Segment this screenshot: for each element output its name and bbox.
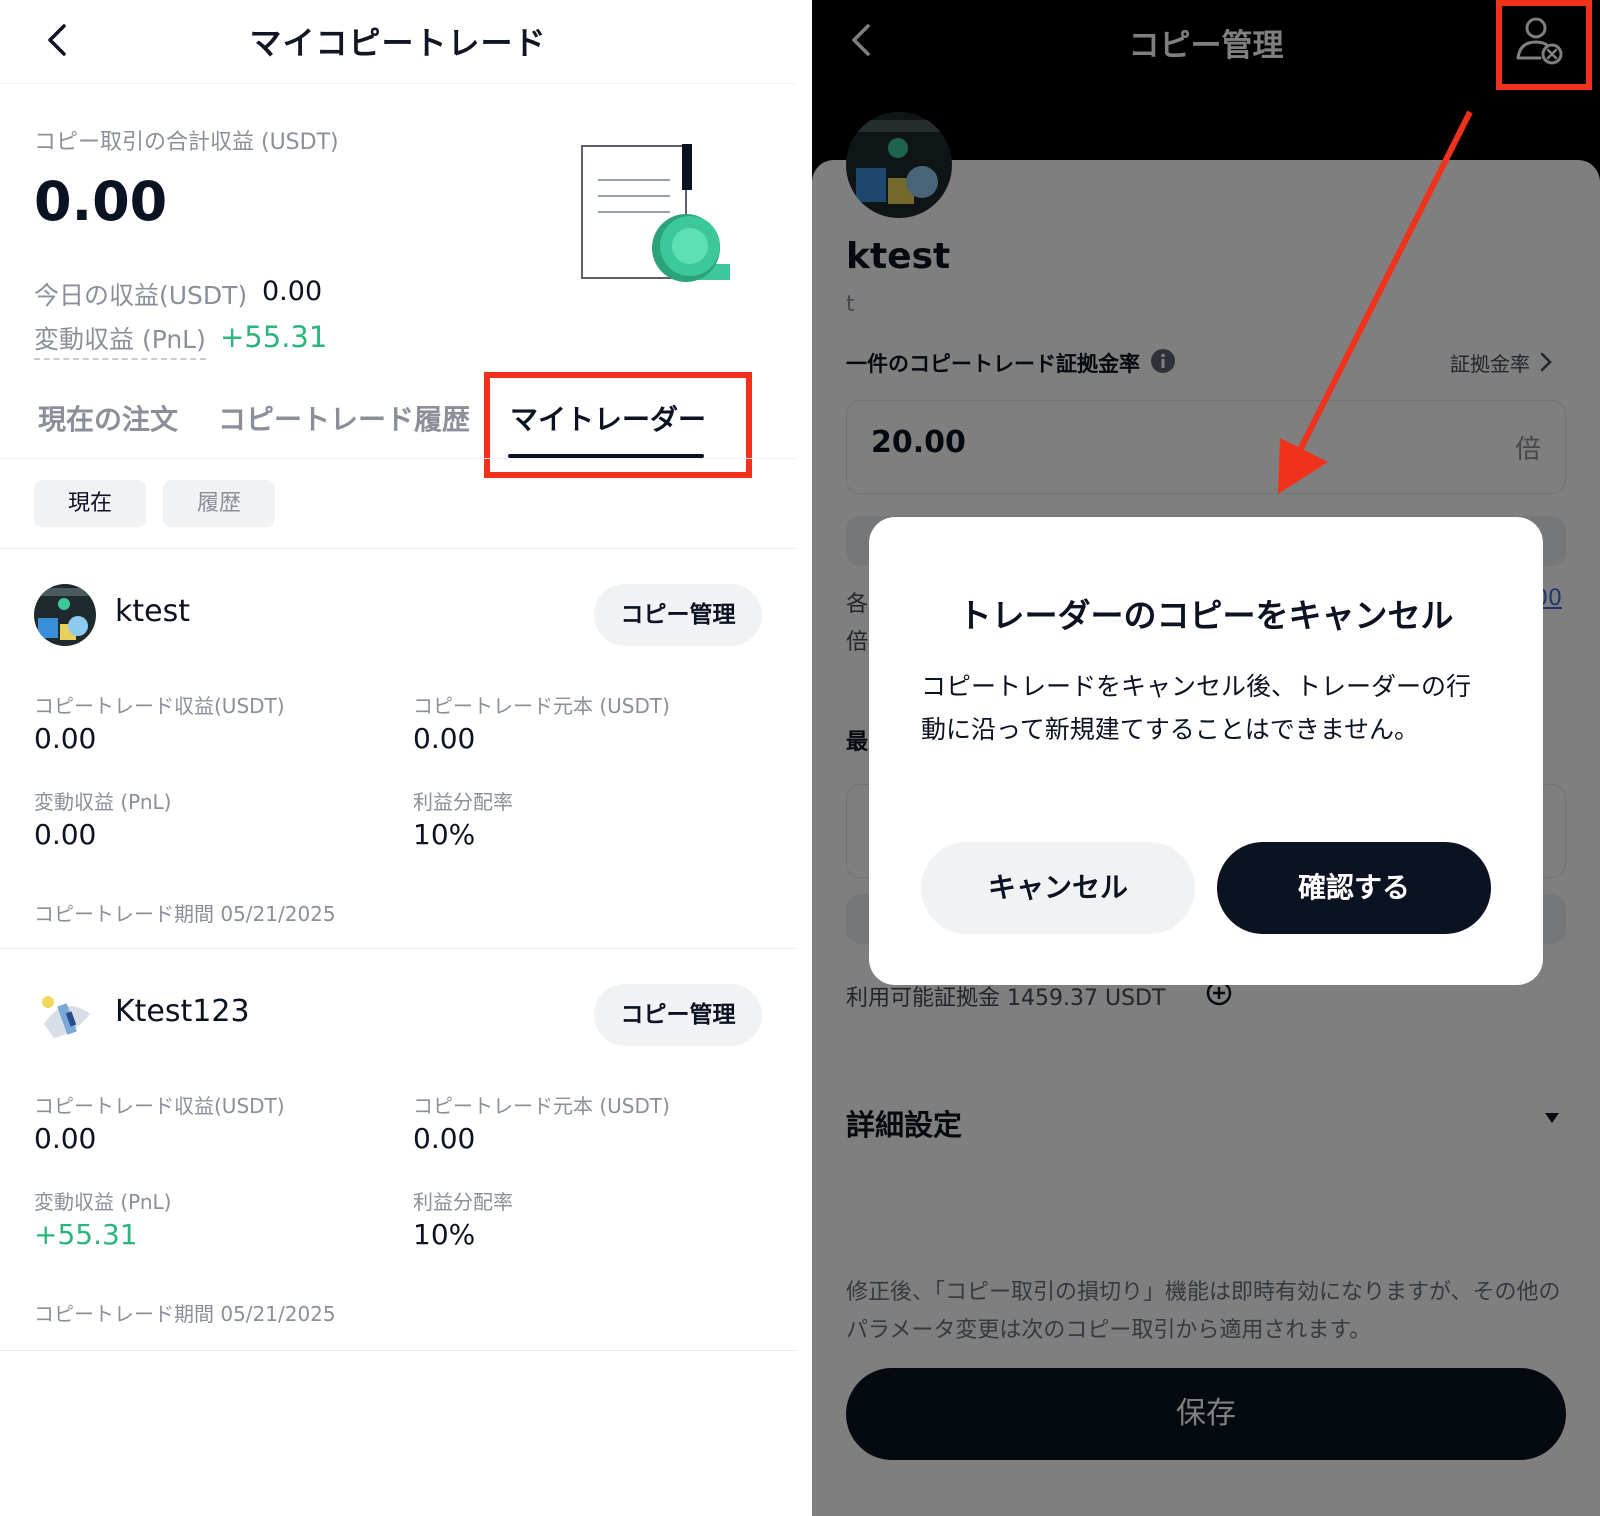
tab-current-orders[interactable]: 現在の注文 [38,398,178,438]
profit-share-label: 利益分配率 [413,1190,513,1214]
copy-manage-button[interactable]: コピー管理 [594,584,762,646]
pnl-value: +55.31 [220,320,328,354]
copy-period: コピートレード期間 05/21/2025 [34,1302,336,1326]
copy-management-screen: コピー管理 ktest t 一件のコピートレード証拠金率 証拠金率 20.00 … [812,0,1600,1516]
trader-avatar [34,584,96,646]
pnl-label[interactable]: 変動収益 (PnL) [34,320,206,360]
my-copy-trade-screen: マイコピートレード コピー取引の合計収益 (USDT) 0.00 今日の収益(U… [0,0,796,1516]
icon-highlight-box [1496,0,1592,90]
profit-share-value: 10% [413,818,476,851]
copy-profit-label: コピートレード収益(USDT) [34,1094,285,1118]
trader-name: ktest [115,594,190,629]
trader-card: ktest コピー管理 コピートレード収益(USDT) 0.00 コピートレード… [0,548,796,938]
total-earnings-value: 0.00 [34,170,168,233]
dialog-title: トレーダーのコピーをキャンセル [958,596,1454,635]
today-earnings-label: 今日の収益(USDT) [34,281,248,310]
copy-profit-value: 0.00 [34,1122,97,1155]
today-earnings-value: 0.00 [262,276,323,307]
tab-divider [0,458,796,459]
cancel-copy-dialog: トレーダーのコピーをキャンセル コピートレードをキャンセル後、トレーダーの行動に… [869,517,1543,985]
page-title: マイコピートレード [249,24,547,62]
confirm-button[interactable]: 確認する [1217,842,1491,934]
pnl-value: 0.00 [34,818,97,851]
copy-profit-label: コピートレード収益(USDT) [34,694,285,718]
profit-share-label: 利益分配率 [413,790,513,814]
divider [0,1350,796,1351]
copy-profit-value: 0.00 [34,722,97,755]
tab-highlight-box [484,372,752,478]
pnl-label: 変動収益 (PnL) [34,1190,172,1214]
header-bar: マイコピートレード [0,0,796,84]
pnl-label: 変動収益 (PnL) [34,790,172,814]
copy-manage-button[interactable]: コピー管理 [594,984,762,1046]
pnl-value: +55.31 [34,1218,138,1251]
copy-period: コピートレード期間 05/21/2025 [34,902,336,926]
copy-principal-label: コピートレード元本 (USDT) [413,694,670,718]
tab-copy-history[interactable]: コピートレード履歴 [218,398,470,438]
copy-principal-value: 0.00 [413,1122,476,1155]
document-coin-icon [581,144,730,282]
chip-history[interactable]: 履歴 [163,480,275,527]
profit-share-value: 10% [413,1218,476,1251]
copy-principal-label: コピートレード元本 (USDT) [413,1094,670,1118]
total-earnings-label: コピー取引の合計収益 (USDT) [34,130,339,155]
chip-current[interactable]: 現在 [34,480,146,527]
trader-name: Ktest123 [115,994,250,1029]
trader-card: Ktest123 コピー管理 コピートレード収益(USDT) 0.00 コピート… [0,948,796,1338]
trader-avatar [34,984,96,1046]
copy-principal-value: 0.00 [413,722,476,755]
dialog-body: コピートレードをキャンセル後、トレーダーの行動に沿って新規建てすることはできませ… [921,672,1472,744]
cancel-button[interactable]: キャンセル [921,842,1195,934]
